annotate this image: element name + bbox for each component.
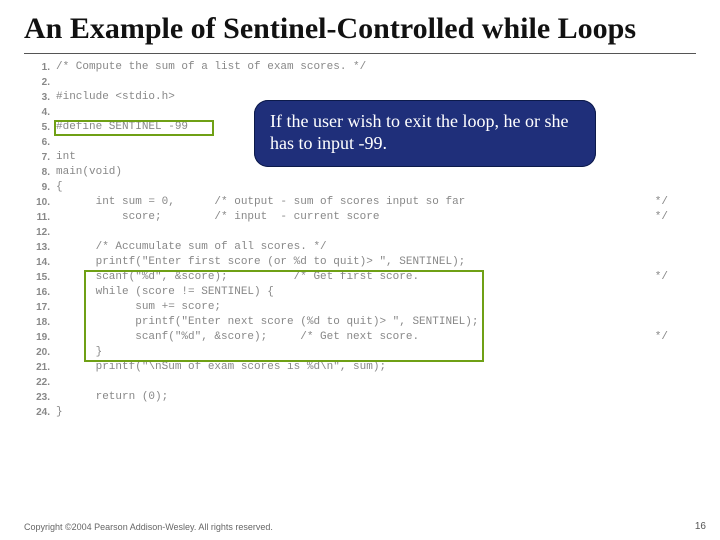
line-number: 17.	[24, 300, 50, 315]
line-number: 12.	[24, 225, 50, 240]
comment-close: */	[655, 270, 668, 285]
code-line: }	[56, 345, 478, 360]
line-number: 21.	[24, 360, 50, 375]
line-number: 16.	[24, 285, 50, 300]
line-number: 5.	[24, 120, 50, 135]
line-number: 2.	[24, 75, 50, 90]
line-number: 3.	[24, 90, 50, 105]
line-number: 24.	[24, 405, 50, 420]
code-line: /* Compute the sum of a list of exam sco…	[56, 60, 478, 75]
slide: An Example of Sentinel-Controlled while …	[0, 0, 720, 540]
code-line: {	[56, 180, 478, 195]
code-line: }	[56, 405, 478, 420]
line-number: 19.	[24, 330, 50, 345]
code-line: while (score != SENTINEL) {	[56, 285, 478, 300]
code-line: /* Accumulate sum of all scores. */	[56, 240, 478, 255]
code-line: sum += score;	[56, 300, 478, 315]
code-line: main(void)	[56, 165, 478, 180]
title-underline	[24, 53, 696, 54]
code-line: printf("\nSum of exam scores is %d\n", s…	[56, 360, 478, 375]
line-number: 10.	[24, 195, 50, 210]
line-number: 23.	[24, 390, 50, 405]
line-number: 18.	[24, 315, 50, 330]
line-number: 13.	[24, 240, 50, 255]
line-number: 1.	[24, 60, 50, 75]
slide-title: An Example of Sentinel-Controlled while …	[24, 12, 696, 47]
line-number: 15.	[24, 270, 50, 285]
code-line: return (0);	[56, 390, 478, 405]
code-listing: 1.2.3.4.5.6.7.8.9.10.11.12.13.14.15.16.1…	[24, 60, 696, 420]
code-line	[56, 75, 478, 90]
line-number-gutter: 1.2.3.4.5.6.7.8.9.10.11.12.13.14.15.16.1…	[24, 60, 56, 420]
line-number: 20.	[24, 345, 50, 360]
code-line: printf("Enter next score (%d to quit)> "…	[56, 315, 478, 330]
line-number: 14.	[24, 255, 50, 270]
line-number: 22.	[24, 375, 50, 390]
callout-text: If the user wish to exit the loop, he or…	[270, 111, 568, 154]
comment-close: */	[655, 210, 668, 225]
line-number: 7.	[24, 150, 50, 165]
line-number: 9.	[24, 180, 50, 195]
code-line: scanf("%d", &score); /* Get first score.	[56, 270, 478, 285]
line-number: 11.	[24, 210, 50, 225]
callout-box: If the user wish to exit the loop, he or…	[254, 100, 596, 167]
code-line: scanf("%d", &score); /* Get next score.	[56, 330, 478, 345]
comment-close: */	[655, 330, 668, 345]
code-line	[56, 225, 478, 240]
code-line: score; /* input - current score	[56, 210, 478, 225]
code-line: int sum = 0, /* output - sum of scores i…	[56, 195, 478, 210]
code-line: printf("Enter first score (or %d to quit…	[56, 255, 478, 270]
page-number: 16	[695, 521, 706, 532]
comment-close: */	[655, 195, 668, 210]
code-line	[56, 375, 478, 390]
copyright-footer: Copyright ©2004 Pearson Addison-Wesley. …	[24, 522, 273, 532]
line-number: 8.	[24, 165, 50, 180]
line-number: 6.	[24, 135, 50, 150]
line-number: 4.	[24, 105, 50, 120]
